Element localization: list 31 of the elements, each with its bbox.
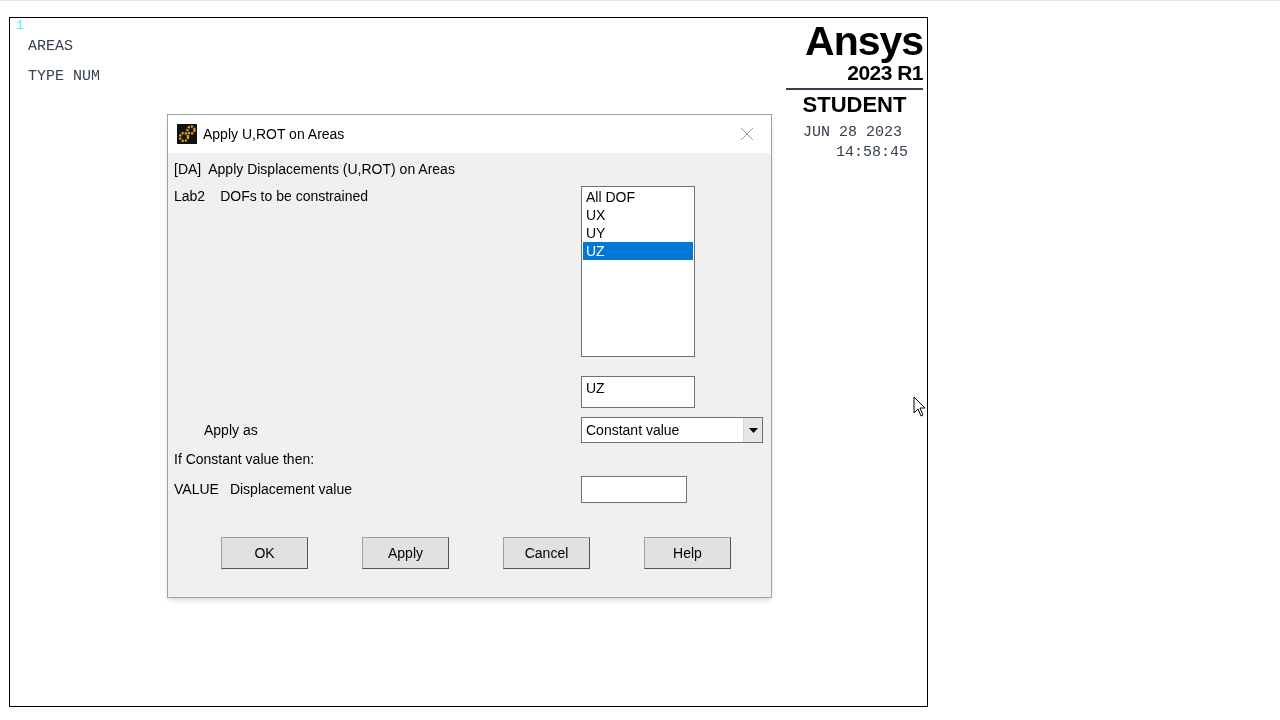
displacement-value-field[interactable] bbox=[581, 476, 687, 503]
list-option[interactable]: UX bbox=[583, 206, 693, 224]
dof-listbox[interactable]: All DOF UX UY UZ bbox=[581, 186, 695, 357]
dialog-button[interactable]: Apply bbox=[362, 537, 449, 569]
close-icon bbox=[741, 128, 753, 140]
section-note: If Constant value then: bbox=[174, 450, 316, 468]
graphics-label: TYPE NUM bbox=[28, 68, 100, 86]
graphics-label: AREAS bbox=[28, 38, 74, 56]
parameter-label: Displacement value bbox=[229, 480, 353, 499]
dialog-title: Apply U,ROT on Areas bbox=[203, 124, 345, 144]
dropdown-arrow-icon bbox=[748, 427, 758, 433]
parameter-code: VALUE bbox=[174, 480, 219, 499]
apply-as-label: Apply as bbox=[204, 421, 258, 438]
gears-icon bbox=[177, 124, 197, 144]
list-option[interactable]: UY bbox=[583, 224, 693, 242]
logo-wordmark: Ansys bbox=[805, 21, 923, 61]
list-option[interactable]: UZ bbox=[583, 242, 693, 260]
apply-as-dropdown[interactable]: Constant value bbox=[581, 417, 763, 443]
dialog-button[interactable]: OK bbox=[221, 537, 308, 569]
dialog-button[interactable]: Help bbox=[644, 537, 731, 569]
window-number: 1 bbox=[16, 19, 24, 32]
list-option[interactable]: All DOF bbox=[583, 188, 693, 206]
date-text: JUN 28 2023 bbox=[803, 123, 903, 143]
parameter-code: Lab2 bbox=[174, 187, 206, 206]
dof-input-field[interactable]: UZ bbox=[581, 376, 695, 408]
command-description: [DA] Apply Displacements (U,ROT) on Areas bbox=[174, 160, 456, 178]
logo-edition: STUDENT bbox=[802, 93, 907, 117]
parameter-label: DOFs to be constrained bbox=[220, 187, 368, 206]
time-text: 14:58:45 bbox=[836, 143, 909, 163]
logo-version: 2023 R1 bbox=[847, 62, 923, 84]
dialog-button[interactable]: Cancel bbox=[503, 537, 590, 569]
